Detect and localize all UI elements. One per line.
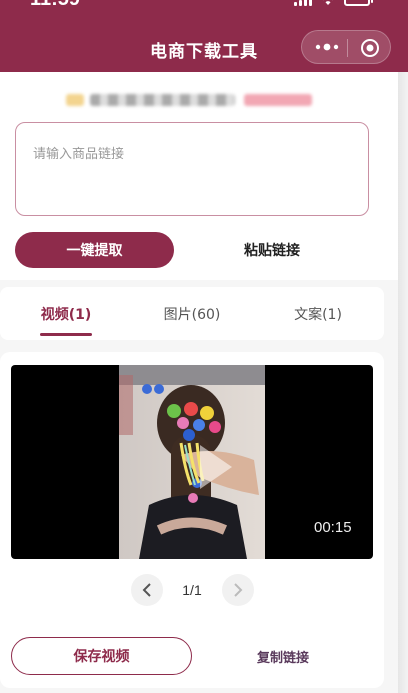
header-bar: 11:59 电商下载工具 [0,0,408,72]
mini-program-capsule[interactable] [301,30,391,64]
paste-link-button[interactable]: 粘贴链接 [200,232,344,268]
user-info-strip [0,72,408,128]
video-thumbnail [119,365,265,559]
target-circle-icon[interactable] [360,38,380,58]
status-time: 11:59 [30,0,80,11]
app-screen: 11:59 电商下载工具 [0,0,408,693]
tab-images[interactable]: 图片(60) [146,287,238,340]
pager-count: 1/1 [182,582,202,598]
battery-icon [344,0,373,6]
scroll-edge [398,72,408,693]
copy-link-button[interactable]: 复制链接 [218,637,348,675]
blurred-badge [244,94,312,106]
extract-button[interactable]: 一键提取 [15,232,174,268]
video-side-detail [119,375,133,435]
wifi-icon [322,0,334,5]
chevron-left-icon[interactable] [131,574,163,606]
chevron-right-icon[interactable] [222,574,254,606]
more-dots-icon[interactable] [314,39,340,55]
signal-icon [294,0,312,6]
save-video-button[interactable]: 保存视频 [11,637,192,675]
status-icons [294,0,373,6]
active-tab-indicator [40,333,92,336]
link-input[interactable] [16,123,368,215]
link-input-box[interactable] [15,122,369,216]
tab-copywriting[interactable]: 文案(1) [272,287,364,340]
tab-bar: 视频(1) 图片(60) 文案(1) [0,287,384,340]
blurred-avatar [66,94,84,106]
blurred-name [90,94,235,106]
capsule-divider [347,39,348,57]
play-icon[interactable] [200,445,232,489]
video-duration: 00:15 [314,519,352,536]
